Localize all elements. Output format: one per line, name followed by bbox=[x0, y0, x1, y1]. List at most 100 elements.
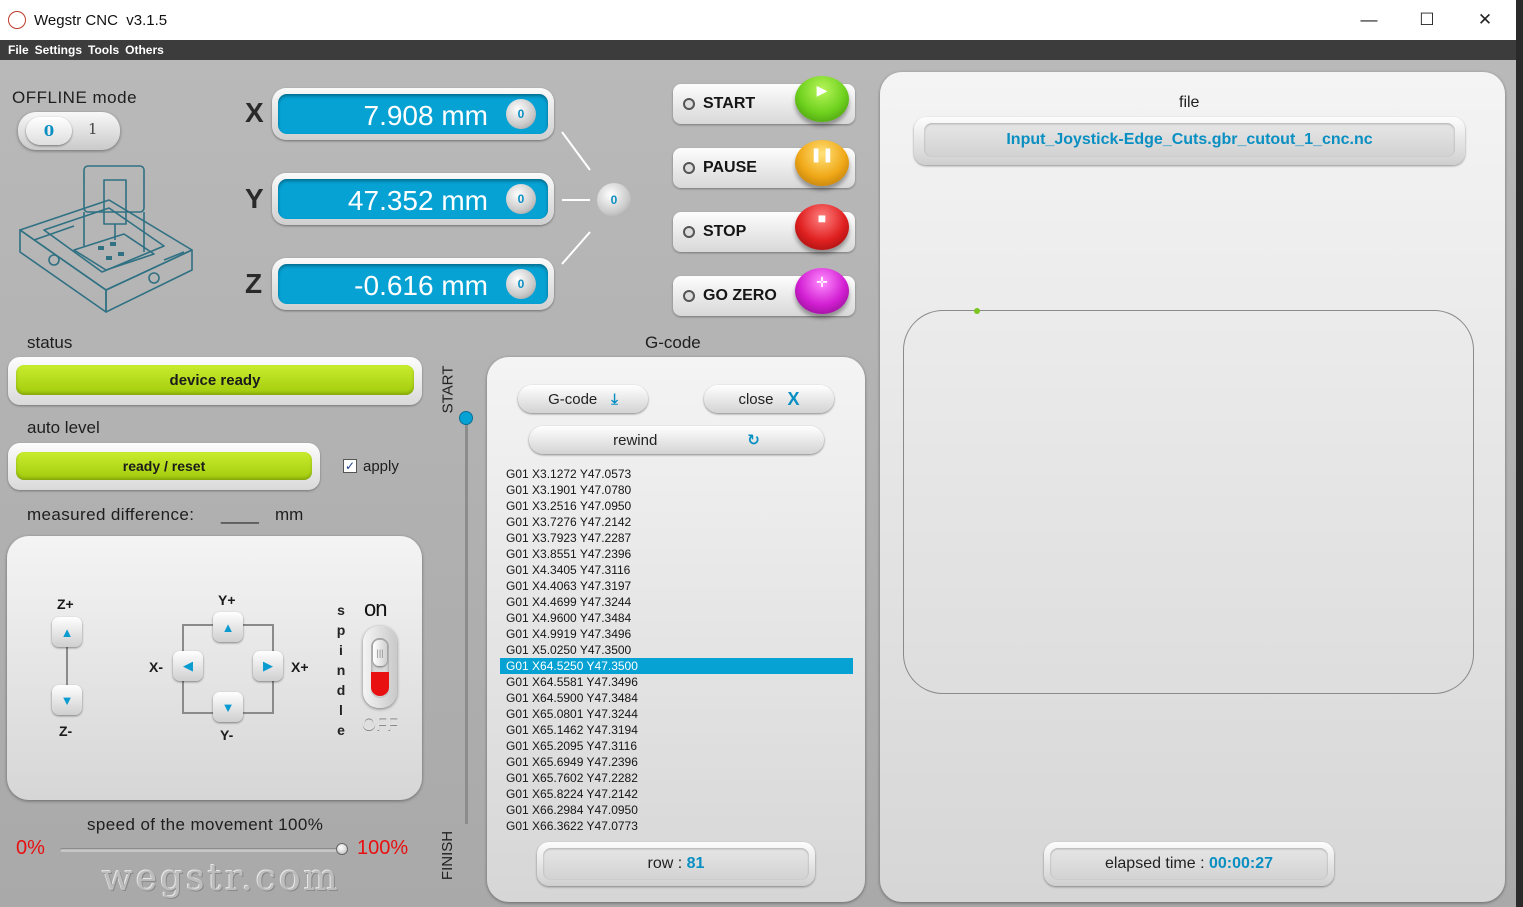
y-minus-button[interactable]: ▼ bbox=[213, 692, 243, 722]
stop-button[interactable]: STOP ■ bbox=[673, 204, 855, 252]
start-play-icon: ▶ bbox=[795, 76, 849, 122]
x-minus-label: X- bbox=[149, 659, 163, 675]
apply-checkbox[interactable]: ✓ bbox=[343, 459, 357, 473]
speed-slider[interactable] bbox=[60, 843, 348, 855]
gcode-line[interactable]: G01 X4.4063 Y47.3197 bbox=[500, 578, 853, 594]
elapsed-time-display: elapsed time : 00:00:27 bbox=[1044, 842, 1334, 886]
maximize-button[interactable]: ☐ bbox=[1398, 0, 1456, 40]
gcode-line[interactable]: G01 X4.9919 Y47.3496 bbox=[500, 626, 853, 642]
spindle-toggle-knob: ||| bbox=[373, 640, 387, 666]
speed-max-label: 100% bbox=[357, 837, 409, 859]
gcode-line[interactable]: G01 X4.9600 Y47.3484 bbox=[500, 610, 853, 626]
gcode-line[interactable]: G01 X5.0250 Y47.3500 bbox=[500, 642, 853, 658]
x-plus-label: X+ bbox=[291, 659, 309, 675]
gcode-line[interactable]: G01 X65.7602 Y47.2282 bbox=[500, 770, 853, 786]
gcode-line[interactable]: G01 X3.1272 Y47.0573 bbox=[500, 466, 853, 482]
x-coordinate-value: 7.908 mm bbox=[363, 100, 489, 131]
toolpath-current-point bbox=[974, 308, 980, 314]
gcode-line[interactable]: G01 X65.0801 Y47.3244 bbox=[500, 706, 853, 722]
z-coordinate-display: -0.616 mm 0 bbox=[272, 258, 554, 310]
all-axes-zero-button[interactable]: 0 bbox=[597, 183, 631, 217]
load-gcode-button[interactable]: G-code ⤓ bbox=[518, 385, 648, 413]
gcode-line[interactable]: G01 X65.2095 Y47.3116 bbox=[500, 738, 853, 754]
status-value: device ready bbox=[16, 365, 414, 395]
y-coordinate-value: 47.352 mm bbox=[347, 185, 488, 216]
toggle-on-label: 1 bbox=[88, 120, 98, 138]
x-axis-letter: X bbox=[245, 97, 264, 128]
gcode-line-list[interactable]: G01 X3.1272 Y47.0573 G01 X3.1901 Y47.0780… bbox=[500, 466, 853, 834]
file-name-value: Input_Joystick-Edge_Cuts.gbr_cutout_1_cn… bbox=[1006, 131, 1373, 148]
gcode-line[interactable]: G01 X3.1901 Y47.0780 bbox=[500, 482, 853, 498]
apply-label: apply bbox=[363, 458, 399, 475]
gcode-line[interactable]: G01 X64.5900 Y47.3484 bbox=[500, 690, 853, 706]
file-label: file bbox=[1179, 94, 1200, 111]
menu-others[interactable]: Others bbox=[125, 43, 164, 57]
z-coordinate-value: -0.616 mm bbox=[354, 270, 488, 301]
speed-slider-handle[interactable] bbox=[336, 843, 348, 855]
stop-label: STOP bbox=[703, 223, 747, 240]
wegstr-watermark: wegstr.com bbox=[102, 858, 341, 899]
gcode-line[interactable]: G01 X66.2984 Y47.0950 bbox=[500, 802, 853, 818]
elapsed-time-value: 00:00:27 bbox=[1209, 855, 1274, 872]
auto-level-panel: ready / reset bbox=[8, 443, 320, 490]
z-plus-label: Z+ bbox=[57, 596, 74, 612]
start-label: START bbox=[703, 95, 756, 112]
ready-reset-button[interactable]: ready / reset bbox=[16, 452, 312, 480]
gcode-line[interactable]: G01 X3.7276 Y47.2142 bbox=[500, 514, 853, 530]
title-bar: Wegstr CNC v3.1.5 — ☐ ✕ bbox=[0, 0, 1516, 40]
close-window-button[interactable]: ✕ bbox=[1456, 0, 1514, 40]
close-gcode-button[interactable]: close X bbox=[704, 385, 834, 413]
app-logo-icon bbox=[8, 11, 26, 29]
gcode-line[interactable]: G01 X3.2516 Y47.0950 bbox=[500, 498, 853, 514]
z-minus-label: Z- bbox=[59, 723, 73, 739]
x-minus-button[interactable]: ◀ bbox=[173, 651, 203, 681]
rewind-icon: ↻ bbox=[747, 432, 760, 449]
minimize-button[interactable]: — bbox=[1340, 0, 1398, 40]
z-plus-button[interactable]: ▲ bbox=[52, 617, 82, 647]
offline-mode-label: OFFLINE mode bbox=[12, 88, 138, 107]
pause-button[interactable]: PAUSE ❚❚ bbox=[673, 140, 855, 188]
go-zero-indicator-icon bbox=[683, 290, 695, 302]
gcode-line[interactable]: G01 X3.8551 Y47.2396 bbox=[500, 546, 853, 562]
go-zero-target-icon: ✛ bbox=[795, 268, 849, 314]
x-zero-button[interactable]: 0 bbox=[506, 99, 536, 129]
gcode-line[interactable]: G01 X65.8224 Y47.2142 bbox=[500, 786, 853, 802]
gcode-line[interactable]: G01 X65.6949 Y47.2396 bbox=[500, 754, 853, 770]
gcode-line[interactable]: G01 X4.3405 Y47.3116 bbox=[500, 562, 853, 578]
gcode-line[interactable]: G01 X64.5581 Y47.3496 bbox=[500, 674, 853, 690]
y-plus-button[interactable]: ▲ bbox=[213, 612, 243, 642]
close-x-icon: X bbox=[787, 388, 800, 409]
gcode-line[interactable]: G01 X64.5250 Y47.3500 bbox=[500, 658, 853, 674]
measured-difference-value: ____ bbox=[221, 505, 259, 524]
desktop-background-strip bbox=[1516, 0, 1523, 907]
spindle-toggle[interactable]: ||| bbox=[363, 626, 397, 708]
menu-settings[interactable]: Settings bbox=[35, 43, 82, 57]
gcode-line[interactable]: G01 X3.7923 Y47.2287 bbox=[500, 530, 853, 546]
x-coordinate-display: 7.908 mm 0 bbox=[272, 88, 554, 140]
y-axis-letter: Y bbox=[245, 183, 264, 214]
x-plus-button[interactable]: ▶ bbox=[253, 651, 283, 681]
gcode-line[interactable]: G01 X4.4699 Y47.3244 bbox=[500, 594, 853, 610]
stop-icon: ■ bbox=[795, 204, 849, 250]
start-button[interactable]: START ▶ bbox=[673, 76, 855, 124]
toolpath-preview[interactable] bbox=[903, 308, 1474, 694]
auto-level-label: auto level bbox=[27, 418, 100, 437]
rewind-button[interactable]: rewind ↻ bbox=[529, 426, 824, 454]
y-coordinate-display: 47.352 mm 0 bbox=[272, 173, 554, 225]
axis-connector-lines bbox=[561, 131, 591, 265]
download-icon: ⤓ bbox=[611, 390, 618, 408]
gcode-line[interactable]: G01 X66.3622 Y47.0773 bbox=[500, 818, 853, 834]
gcode-line[interactable]: G01 X65.1462 Y47.3194 bbox=[500, 722, 853, 738]
menu-tools[interactable]: Tools bbox=[88, 43, 119, 57]
offline-mode-toggle[interactable]: 0 1 bbox=[18, 112, 120, 150]
go-zero-button[interactable]: GO ZERO ✛ bbox=[673, 268, 855, 316]
y-minus-label: Y- bbox=[220, 727, 234, 743]
y-zero-button[interactable]: 0 bbox=[506, 184, 536, 214]
z-zero-button[interactable]: 0 bbox=[506, 269, 536, 299]
menu-file[interactable]: File bbox=[8, 43, 29, 57]
progress-slider-handle[interactable] bbox=[459, 411, 473, 425]
go-zero-label: GO ZERO bbox=[703, 287, 777, 304]
progress-slider[interactable] bbox=[459, 411, 473, 824]
progress-start-label: START bbox=[439, 365, 457, 413]
z-minus-button[interactable]: ▼ bbox=[52, 685, 82, 715]
